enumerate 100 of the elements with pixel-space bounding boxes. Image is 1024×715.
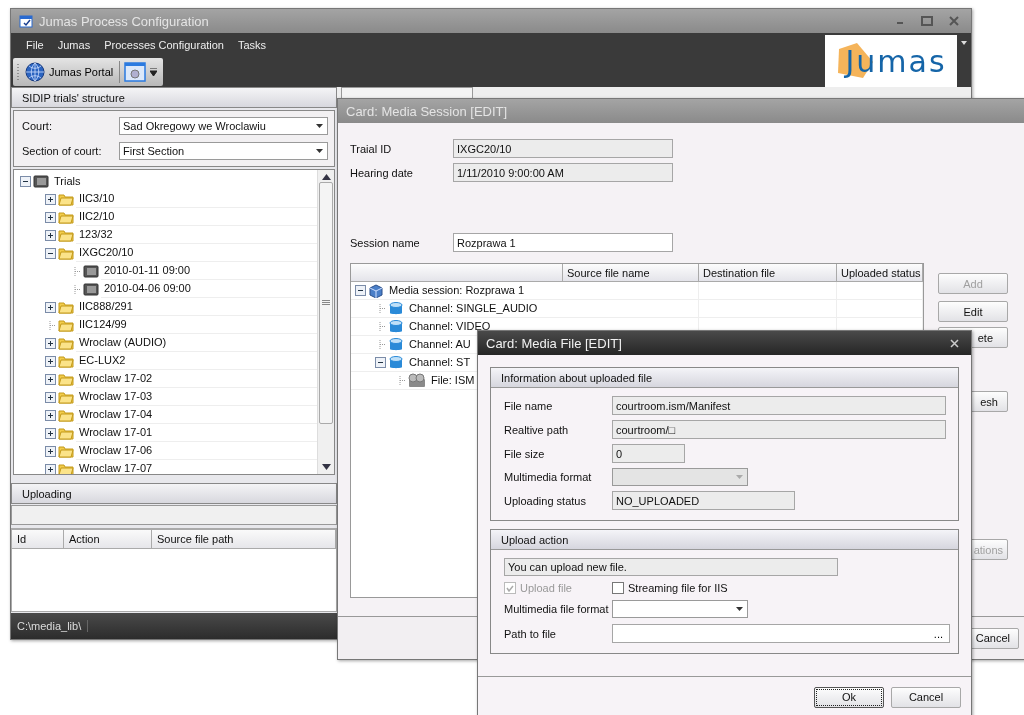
column-header[interactable]: Id	[12, 529, 64, 549]
scrollbar[interactable]	[317, 170, 334, 474]
tree-item[interactable]: 123/32	[76, 226, 317, 244]
window-title: Jumas Process Configuration	[39, 13, 210, 29]
path-field[interactable]: ...	[612, 624, 950, 643]
section-dropdown[interactable]: First Section	[119, 142, 328, 160]
text-field[interactable]: 1/11/2010 9:00:00 AM	[453, 163, 673, 182]
tree-item[interactable]: IIC888/291	[76, 298, 317, 316]
field-label: File name	[504, 399, 554, 412]
ok-button[interactable]: Ok	[814, 686, 884, 708]
field-label: Traial ID	[350, 142, 393, 155]
action-button[interactable]: Edit	[938, 301, 1008, 322]
tree-item[interactable]: Wroclaw 17-01	[76, 424, 317, 442]
expand-icon[interactable]	[45, 373, 56, 385]
expand-icon[interactable]	[45, 427, 56, 439]
expand-icon[interactable]	[45, 409, 56, 421]
text-field[interactable]: Rozprawa 1	[453, 233, 673, 252]
checkbox[interactable]	[612, 582, 624, 594]
dropdown-caret-icon[interactable]	[961, 41, 967, 45]
text-field[interactable]: 0	[612, 444, 685, 463]
tree-item[interactable]: IIC124/99	[76, 316, 317, 334]
field-label: Path to file	[504, 627, 557, 640]
expand-icon[interactable]	[45, 355, 56, 367]
folder-icon	[58, 462, 74, 474]
database-icon	[388, 319, 404, 334]
tree-item[interactable]: Wroclaw 17-02	[76, 370, 317, 388]
text-field[interactable]: courtroom.ism/Manifest	[612, 396, 946, 415]
collapse-icon[interactable]	[375, 357, 386, 368]
folder-icon	[58, 246, 74, 260]
scroll-up-icon[interactable]	[321, 174, 331, 180]
expand-icon[interactable]	[45, 337, 56, 349]
tree-item[interactable]: Wroclaw 17-04	[76, 406, 317, 424]
dropdown-caret-icon[interactable]	[316, 149, 323, 153]
collapse-icon[interactable]	[20, 175, 31, 187]
scroll-thumb[interactable]	[319, 182, 333, 424]
column-header[interactable]: Source file path	[152, 529, 336, 549]
tree-item[interactable]: File: ISM	[428, 372, 478, 389]
maximize-icon[interactable]	[921, 16, 933, 26]
tree-item[interactable]: Wroclaw 17-03	[76, 388, 317, 406]
portal-button[interactable]: Jumas Portal	[23, 59, 116, 85]
field-label: Session name	[350, 236, 421, 249]
browse-button[interactable]: ...	[927, 625, 949, 642]
cancel-button[interactable]: Cancel	[891, 686, 961, 708]
database-icon	[388, 301, 404, 316]
field-label: Section of court:	[22, 145, 103, 157]
tree-item[interactable]: IIC2/10	[76, 208, 317, 226]
tree-item[interactable]: Channel: ST	[406, 354, 474, 371]
expand-icon[interactable]	[45, 445, 56, 457]
menu-item[interactable]: Jumas	[50, 39, 98, 51]
expand-icon[interactable]	[45, 463, 56, 474]
tree-item[interactable]: Trials	[51, 172, 317, 190]
folder-icon	[58, 426, 74, 440]
tree-item[interactable]: 2010-04-06 09:00	[101, 280, 317, 298]
folder-icon	[58, 228, 74, 242]
scroll-down-icon[interactable]	[321, 464, 331, 470]
field-label: Realtive path	[504, 423, 570, 436]
dropdown-caret-icon[interactable]	[736, 607, 743, 611]
expand-icon[interactable]	[45, 391, 56, 403]
tree-item[interactable]: Channel: VIDEO	[406, 318, 494, 335]
column-header[interactable]: Destination file	[699, 264, 837, 282]
column-header[interactable]: Source file name	[563, 264, 699, 282]
tree-item[interactable]: Wroclaw (AUDIO)	[76, 334, 317, 352]
dropdown-caret-icon[interactable]	[316, 124, 323, 128]
folder-icon	[58, 300, 74, 314]
folder-icon	[58, 210, 74, 224]
grip-icon	[322, 300, 330, 306]
menu-item[interactable]: Tasks	[231, 39, 274, 51]
text-field[interactable]: IXGC20/10	[453, 139, 673, 158]
expand-icon[interactable]	[45, 211, 56, 223]
folder-icon	[58, 192, 74, 206]
expand-icon[interactable]	[45, 301, 56, 313]
tree-item[interactable]: Channel: SINGLE_AUDIO	[406, 300, 541, 317]
checkbox-label[interactable]: Streaming file for IIS	[628, 582, 728, 594]
folder-icon	[58, 444, 74, 458]
tree-item[interactable]: Wroclaw 17-06	[76, 442, 317, 460]
collapse-icon[interactable]	[355, 285, 366, 296]
tree-item[interactable]: IIC3/10	[76, 190, 317, 208]
database-icon	[388, 355, 404, 370]
menu-item[interactable]: File	[19, 39, 51, 51]
tree-item[interactable]: Channel: AU	[406, 336, 474, 353]
group-header: Upload action	[491, 530, 958, 550]
overflow-caret-icon[interactable]	[150, 68, 158, 76]
window-title: Card: Media Session [EDIT]	[346, 103, 509, 119]
folder-icon	[58, 354, 74, 368]
text-field[interactable]: courtroom/□	[612, 420, 946, 439]
tree-item[interactable]: EC-LUX2	[76, 352, 317, 370]
column-header[interactable]: Uploaded status	[837, 264, 923, 282]
tree-item[interactable]: 2010-01-11 09:00	[101, 262, 317, 280]
menu-item[interactable]: Processes Configuration	[97, 39, 231, 51]
database-icon	[388, 337, 404, 352]
tree-item[interactable]: Media session: Rozprawa 1	[386, 282, 528, 299]
text-field[interactable]: NO_UPLOADED	[612, 491, 795, 510]
collapse-icon[interactable]	[45, 247, 56, 259]
expand-icon[interactable]	[45, 229, 56, 241]
expand-icon[interactable]	[45, 193, 56, 205]
folder-icon	[58, 318, 74, 332]
status-path: C:\media_lib\	[11, 620, 89, 632]
column-header[interactable]: Action	[64, 529, 152, 549]
court-dropdown[interactable]: Sad Okregowy we Wroclawiu	[119, 117, 328, 135]
tree-item[interactable]: IXGC20/10	[76, 244, 317, 262]
